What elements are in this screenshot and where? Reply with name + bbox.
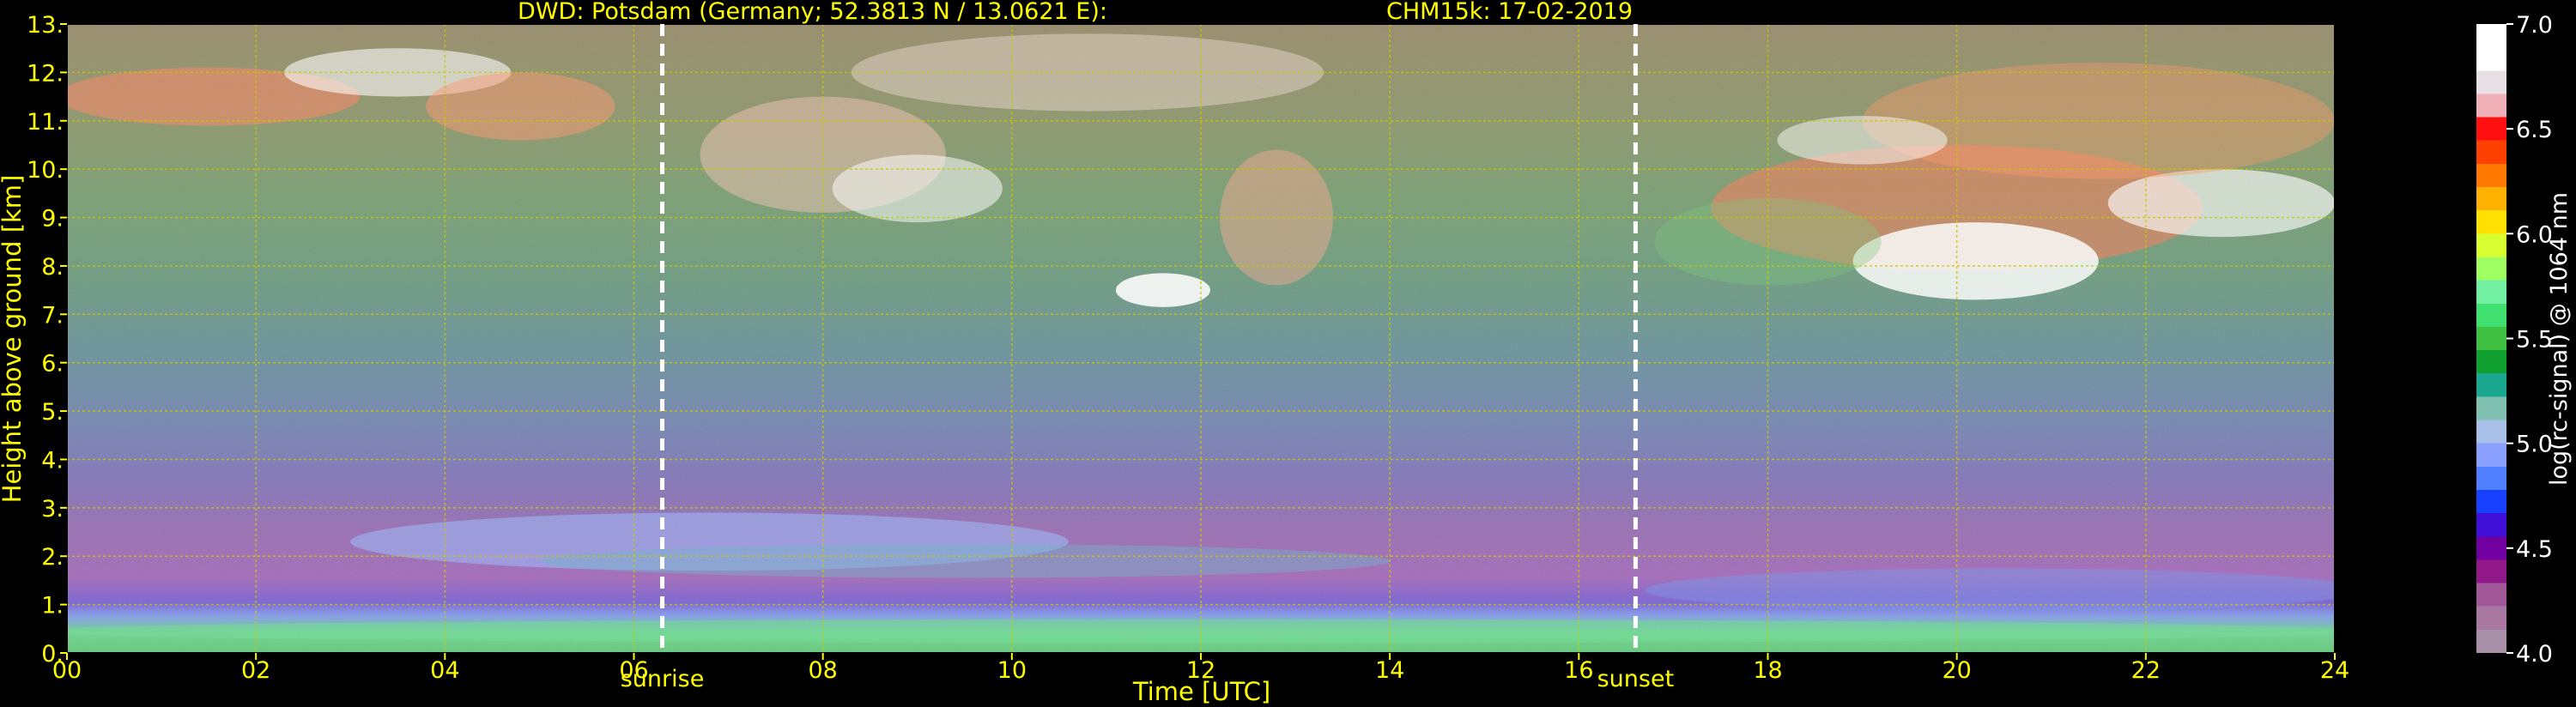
x-tick-label: 02 — [241, 657, 270, 684]
y-axis: 0. 1. 2. 3. 4. 5. 6. 7. 8. 9. 10. 11. 12. 13. — [27, 12, 67, 668]
x-tick-label: 14 — [1375, 657, 1404, 684]
colorbar: 4.04.55.05.56.06.57.0 log(rc-signal) @ 1… — [2476, 12, 2573, 668]
y-tick-label: 8. — [41, 254, 64, 281]
x-tick-label: 06 — [619, 657, 648, 684]
x-tick-label: 24 — [2320, 657, 2349, 684]
y-tick-label: 4. — [41, 447, 64, 474]
sun-marker-label: sunset — [1597, 666, 1675, 692]
y-tick-label: 0. — [41, 641, 64, 668]
colorbar-tick-label: 4.0 — [2516, 641, 2553, 668]
colorbar-label: log(rc-signal) @ 1064 nm — [2546, 192, 2573, 486]
chart-title-left: DWD: Potsdam (Germany; 52.3813 N / 13.06… — [518, 0, 1107, 25]
x-tick-label: 16 — [1564, 657, 1593, 684]
colorbar-tick-label: 4.5 — [2516, 536, 2553, 563]
colorbar-tick-label: 6.5 — [2516, 117, 2553, 143]
x-tick-label: 18 — [1753, 657, 1782, 684]
x-axis-label: Time [UTC] — [1132, 677, 1270, 706]
colorbar-tick-label: 7.0 — [2516, 12, 2553, 39]
y-tick-label: 1. — [41, 593, 64, 619]
x-tick-label: 08 — [808, 657, 837, 684]
y-axis-label: Height above ground [km] — [0, 175, 27, 504]
y-tick-label: 7. — [41, 302, 64, 329]
y-tick-label: 9. — [41, 206, 64, 233]
y-tick-label: 3. — [41, 496, 64, 523]
x-tick-label: 22 — [2131, 657, 2161, 684]
y-tick-label: 11. — [27, 109, 64, 136]
y-tick-label: 12. — [27, 60, 64, 87]
y-tick-label: 13. — [27, 12, 64, 39]
y-tick-label: 2. — [41, 544, 64, 571]
x-tick-label: 04 — [430, 657, 459, 684]
chart-svg: sunrise sunset 00 02 04 06 08 10 12 14 16 18 20 22 24… — [0, 0, 2573, 706]
x-tick-label: 20 — [1942, 657, 1971, 684]
chart-title-right: CHM15k: 17-02-2019 — [1386, 0, 1633, 25]
y-tick-label: 10. — [27, 157, 64, 184]
colorbar-gradient — [2476, 24, 2506, 653]
y-tick-label: 5. — [41, 399, 64, 426]
x-tick-label: 10 — [997, 657, 1027, 684]
y-tick-label: 6. — [41, 351, 64, 378]
lidar-quicklook: sunrise sunset 00 02 04 06 08 10 12 14 16 18 20 22 24… — [0, 0, 2576, 707]
